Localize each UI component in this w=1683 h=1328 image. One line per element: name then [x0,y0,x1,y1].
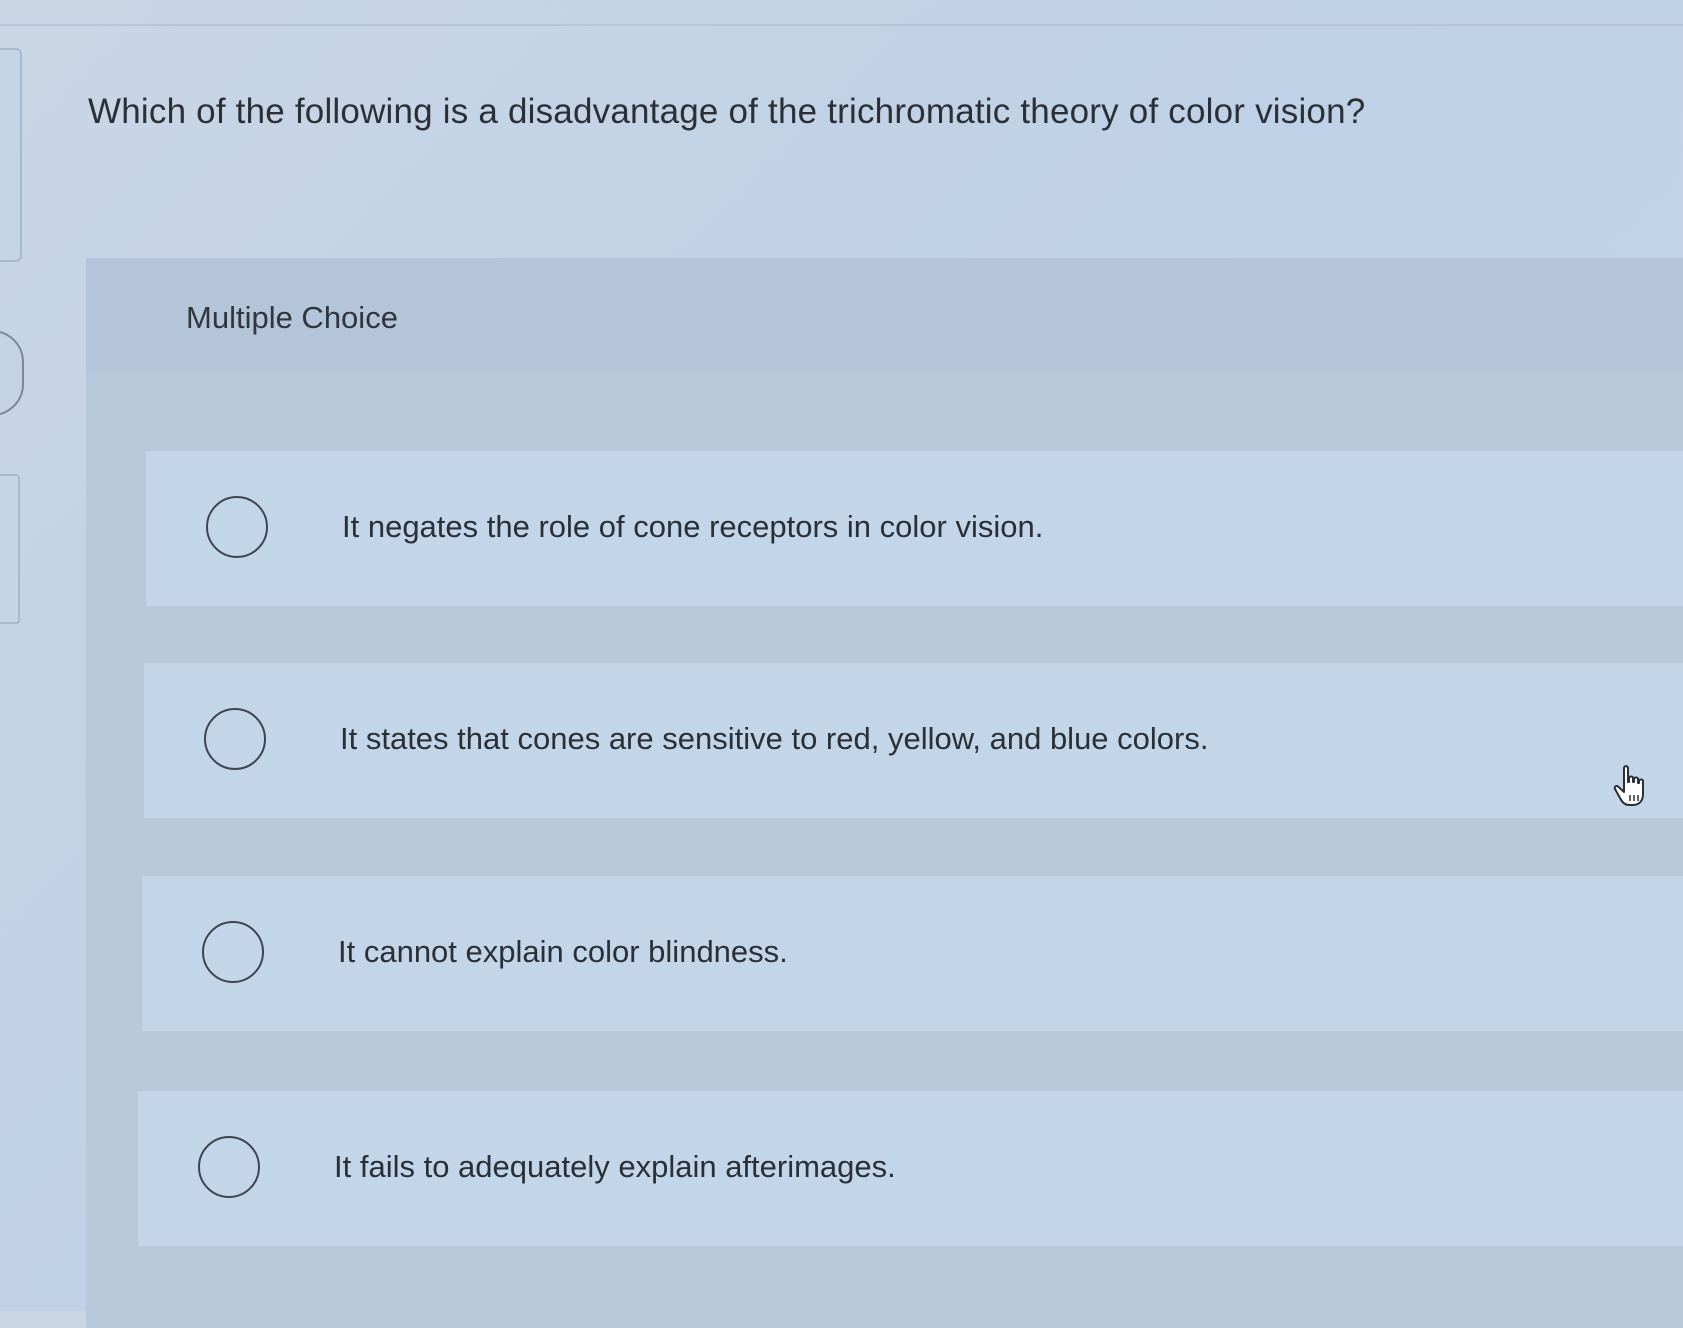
radio-button[interactable] [198,1136,260,1198]
multiple-choice-panel: Multiple Choice It negates the role of c… [86,258,1683,1328]
answer-option-text: It states that cones are sensitive to re… [340,721,1209,756]
answer-option-4[interactable]: It fails to adequately explain afterimag… [138,1091,1683,1246]
answer-option-1[interactable]: It negates the role of cone receptors in… [146,451,1683,606]
answer-option-text: It cannot explain color blindness. [338,934,788,969]
answer-option-2[interactable]: It states that cones are sensitive to re… [144,663,1683,818]
hand-pointer-icon [1613,765,1644,806]
left-edge-tab[interactable] [0,330,24,416]
radio-button[interactable] [204,708,266,770]
left-edge-panel [0,48,22,262]
multiple-choice-header: Multiple Choice [86,258,1683,374]
answer-option-text: It negates the role of cone receptors in… [342,509,1044,544]
multiple-choice-label: Multiple Choice [186,300,398,335]
answer-option-3[interactable]: It cannot explain color blindness. [142,876,1683,1031]
question-prompt: Which of the following is a disadvantage… [88,92,1366,131]
left-edge-panel-lower [0,474,20,624]
radio-button[interactable] [202,921,264,983]
answer-option-text: It fails to adequately explain afterimag… [334,1149,896,1184]
radio-button[interactable] [206,496,268,558]
top-divider [0,24,1683,26]
